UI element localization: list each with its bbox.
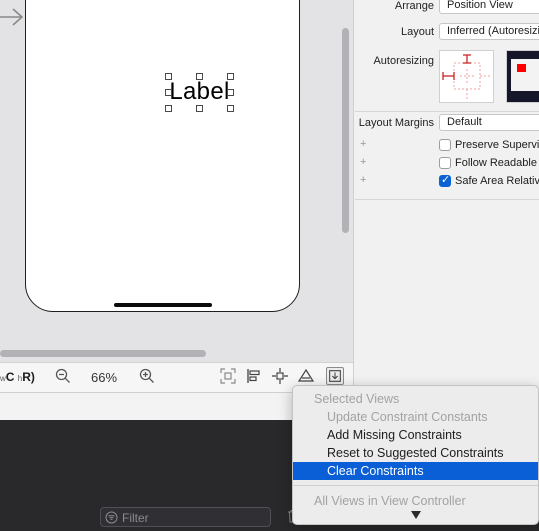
scroll-down-arrow-icon[interactable] xyxy=(410,510,422,520)
zoom-level: 66% xyxy=(91,370,118,385)
safe-area-relative-margins-label: Safe Area Relative Margins xyxy=(455,175,539,187)
resolve-auto-layout-icon[interactable] xyxy=(297,367,315,385)
safe-area-relative-margins-checkbox[interactable] xyxy=(439,173,451,187)
preserve-superview-margins-checkbox[interactable] xyxy=(439,139,451,151)
autoresizing-mask-control[interactable] xyxy=(439,50,494,103)
canvas-vertical-scrollbar[interactable] xyxy=(342,28,349,233)
menu-item-update-constraint-constants: Update Constraint Constants xyxy=(327,410,488,424)
add-variation-button[interactable]: + xyxy=(360,138,366,150)
filter-placeholder: Filter xyxy=(122,511,149,525)
add-variation-button[interactable]: + xyxy=(360,156,366,168)
arrange-label: Arrange xyxy=(394,0,434,12)
menu-item-clear-constraints[interactable]: Clear Constraints xyxy=(293,462,538,480)
menu-item-reset-to-suggested-constraints[interactable]: Reset to Suggested Constraints xyxy=(293,444,538,462)
selected-label-view[interactable]: Label xyxy=(165,73,234,112)
size-class-c: C xyxy=(5,370,15,384)
size-inspector: Arrange Position View Layout Inferred (A… xyxy=(353,0,539,392)
canvas-horizontal-scrollbar[interactable] xyxy=(0,350,206,357)
filter-icon xyxy=(105,511,118,524)
menu-item-add-missing-constraints[interactable]: Add Missing Constraints xyxy=(293,426,538,444)
autoresizing-mask-icon xyxy=(442,54,490,99)
resize-handle-top-left[interactable] xyxy=(165,73,172,80)
arrange-popup[interactable]: Position View xyxy=(439,0,539,14)
zoom-in-icon[interactable] xyxy=(139,368,155,384)
arrow-right-icon xyxy=(0,8,24,26)
follow-readable-width-label: Follow Readable Width xyxy=(455,157,539,169)
add-constraints-icon[interactable] xyxy=(271,367,289,385)
resize-handle-bottom-left[interactable] xyxy=(165,105,172,112)
size-class-r: R) xyxy=(22,370,35,384)
label-text: Label xyxy=(169,78,230,105)
autoresizing-label: Autoresizing xyxy=(373,55,434,67)
storyboard-canvas[interactable]: Label xyxy=(0,0,353,362)
size-class-indicator[interactable]: wC hR) xyxy=(0,370,35,384)
update-frames-icon[interactable] xyxy=(219,367,237,385)
preserve-superview-margins-label: Preserve Superview Margins xyxy=(455,139,539,151)
layout-margins-label: Layout Margins xyxy=(358,117,434,129)
resize-handle-top[interactable] xyxy=(196,73,203,80)
menu-separator xyxy=(293,485,538,486)
align-icon[interactable] xyxy=(245,367,263,385)
menu-section-all-views: All Views in View Controller xyxy=(314,494,466,508)
resize-handle-top-right[interactable] xyxy=(227,73,234,80)
resolve-auto-layout-menu: Selected Views Update Constraint Constan… xyxy=(292,385,539,525)
add-variation-button[interactable]: + xyxy=(360,174,366,186)
device-frame: Label xyxy=(25,0,300,312)
preview-view xyxy=(517,64,526,72)
resize-handle-left[interactable] xyxy=(165,89,172,96)
follow-readable-width-checkbox[interactable] xyxy=(439,157,451,169)
embed-in-icon[interactable] xyxy=(326,367,344,385)
home-indicator xyxy=(114,303,212,307)
layout-margins-popup[interactable]: Default xyxy=(439,114,539,131)
inspector-divider xyxy=(355,199,539,200)
filter-field[interactable]: Filter xyxy=(100,507,271,527)
resize-handle-bottom[interactable] xyxy=(196,105,203,112)
resize-handle-bottom-right[interactable] xyxy=(227,105,234,112)
menu-section-selected-views: Selected Views xyxy=(314,392,400,406)
layout-label: Layout xyxy=(400,26,434,38)
inspector-divider xyxy=(355,111,539,112)
autoresizing-preview xyxy=(506,50,539,103)
zoom-out-icon[interactable] xyxy=(55,368,71,384)
resize-handle-right[interactable] xyxy=(227,89,234,96)
layout-popup[interactable]: Inferred (Autoresizing Mask) xyxy=(439,23,539,40)
